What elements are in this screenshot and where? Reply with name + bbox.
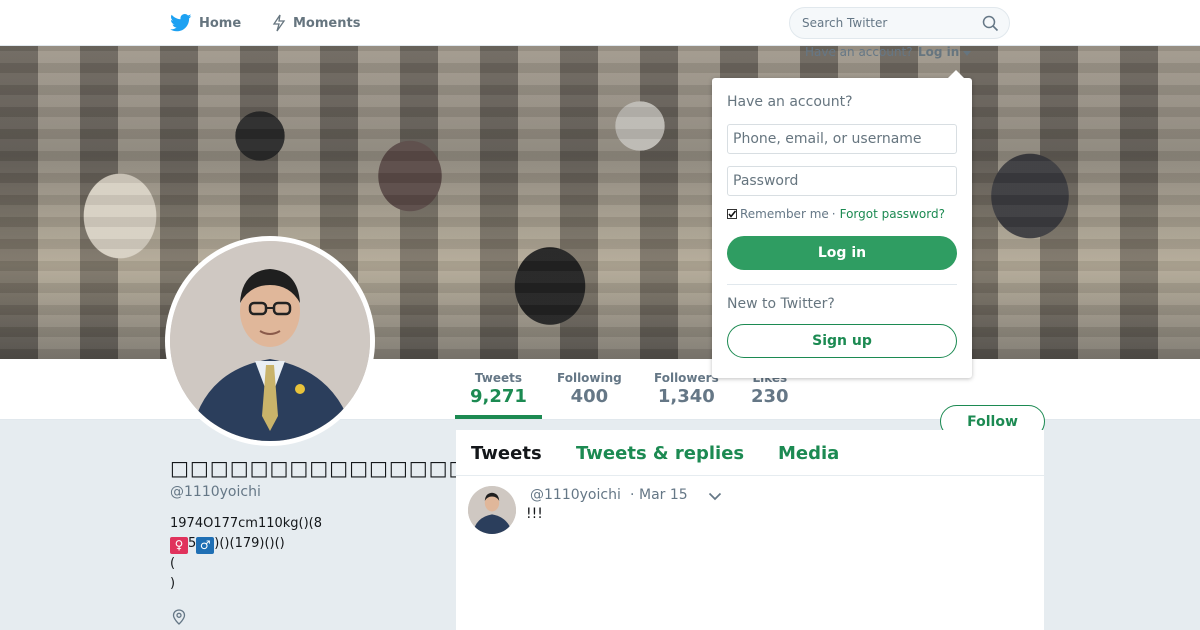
search-placeholder: Search Twitter: [802, 16, 888, 30]
tab-tweets[interactable]: Tweets: [471, 443, 542, 464]
nav-moments-label: Moments: [293, 15, 361, 31]
stat-likes-value: 230: [751, 386, 789, 407]
nav-home-label: Home: [199, 15, 242, 31]
bio-mid: 5: [188, 536, 197, 551]
stat-following[interactable]: Following 400: [557, 371, 622, 407]
avatar-photo: [170, 241, 370, 441]
have-account-text: Have an account?: [805, 45, 913, 59]
login-button[interactable]: Log in: [727, 236, 957, 270]
stat-tweets-value: 9,271: [470, 386, 527, 407]
stat-following-value: 400: [570, 386, 609, 407]
password-field[interactable]: Password: [727, 166, 957, 196]
remember-checkbox[interactable]: [727, 209, 737, 219]
nav-home[interactable]: Home: [170, 0, 241, 46]
tweet-avatar-portrait: [468, 486, 516, 534]
stat-tweets[interactable]: Tweets 9,271: [470, 371, 527, 407]
search-icon[interactable]: [982, 15, 999, 32]
search-input[interactable]: Search Twitter: [789, 7, 1010, 39]
tweet-avatar[interactable]: [468, 486, 516, 534]
check-icon: [728, 210, 737, 218]
twitter-bird-icon: [170, 14, 192, 32]
forgot-password-link[interactable]: Forgot password?: [840, 207, 945, 221]
tab-tweets-and-replies[interactable]: Tweets & replies: [576, 443, 744, 464]
top-navigation-bar: Home Moments Search Twitter: [0, 0, 1200, 46]
stat-following-label: Following: [557, 371, 622, 385]
username-field[interactable]: Phone, email, or username: [727, 124, 957, 154]
person-portrait-illustration: [170, 241, 370, 441]
timeline-tabs: Tweets Tweets & replies Media: [456, 430, 1044, 476]
username-placeholder: Phone, email, or username: [733, 131, 922, 147]
new-to-twitter-text: New to Twitter?: [727, 296, 835, 312]
dropdown-divider: [727, 284, 957, 285]
female-sign-emoji: ♀: [170, 537, 188, 554]
profile-avatar[interactable]: [165, 236, 375, 446]
lightning-icon: [272, 14, 286, 32]
signup-button[interactable]: Sign up: [727, 324, 957, 358]
tweet-item[interactable]: @1110yoichi · Mar 15 !!!: [456, 476, 1044, 576]
remember-row: Remember me · Forgot password?: [727, 207, 945, 221]
location-pin-icon: [172, 609, 186, 625]
bio-line-1: 1974O177cm110kg()(8: [170, 516, 323, 531]
profile-handle[interactable]: @1110yoichi: [170, 484, 261, 500]
remember-separator: ·: [831, 207, 836, 221]
remember-label[interactable]: Remember me: [740, 207, 829, 221]
login-caret-icon[interactable]: [963, 51, 971, 56]
bio-end: )()(179)()(): [214, 536, 285, 551]
tweet-date[interactable]: Mar 15: [639, 487, 688, 503]
tab-media[interactable]: Media: [778, 443, 839, 464]
login-dropdown-toggle[interactable]: Log in: [918, 45, 959, 59]
stat-tweets-label: Tweets: [474, 371, 523, 385]
timeline-panel: Tweets Tweets & replies Media @1110yoich…: [456, 430, 1044, 630]
active-stat-underline: [455, 415, 542, 419]
stat-followers-value: 1,340: [657, 386, 715, 407]
bio-line-4: ): [170, 576, 176, 591]
tweet-text: !!!: [526, 506, 543, 522]
stat-followers[interactable]: Followers 1,340: [654, 371, 719, 407]
login-dropdown-title: Have an account?: [727, 94, 853, 110]
male-sign-emoji: ♂: [196, 537, 215, 554]
bio-line-3: (: [170, 556, 176, 571]
chevron-down-icon[interactable]: [708, 492, 722, 501]
nav-moments[interactable]: Moments: [272, 0, 360, 46]
tweet-handle[interactable]: @1110yoichi: [530, 487, 621, 503]
profile-bio: 1974O177cm110kg()(8 ♀ 5 ♂)()(179)()() ( ): [170, 514, 322, 594]
stat-followers-label: Followers: [654, 371, 719, 385]
bio-line-2: ♀ 5 ♂)()(179)()(): [170, 534, 322, 554]
login-dropdown: Have an account? Phone, email, or userna…: [712, 70, 972, 378]
password-placeholder: Password: [733, 173, 799, 189]
tweet-separator: ·: [630, 487, 635, 503]
